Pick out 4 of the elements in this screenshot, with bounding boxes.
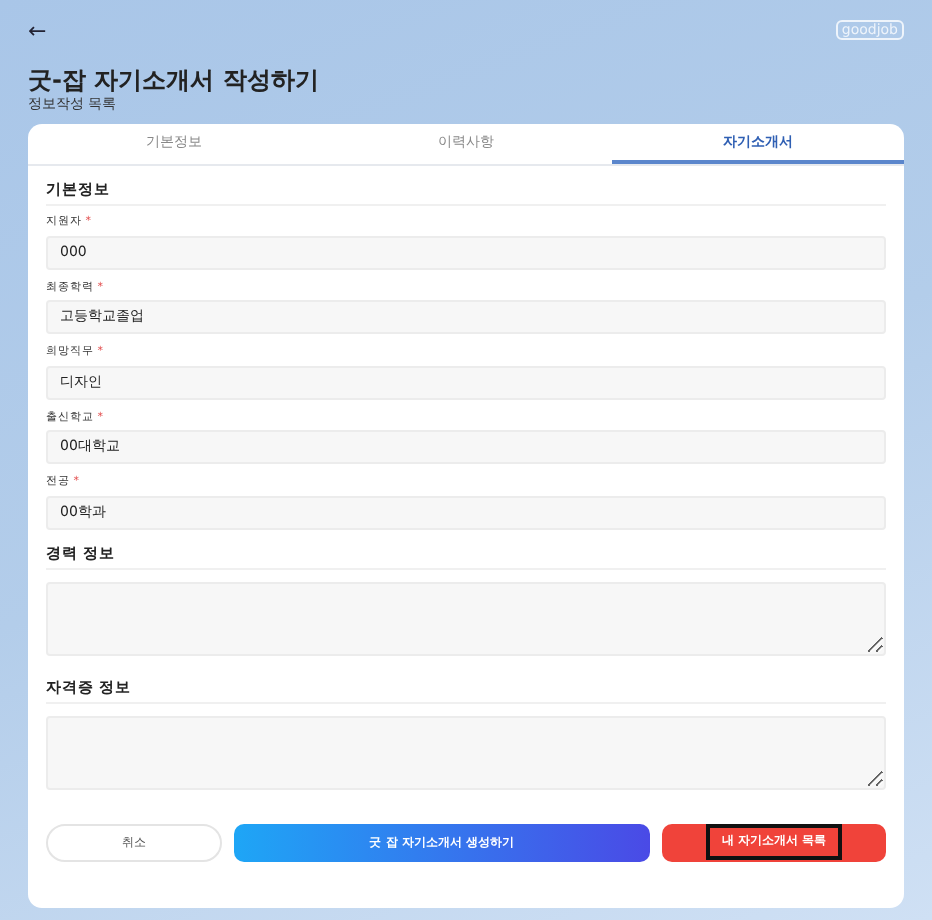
page-title: 굿-잡 자기소개서 작성하기 bbox=[28, 66, 321, 95]
text-area[interactable] bbox=[46, 581, 886, 656]
text-area[interactable] bbox=[46, 715, 886, 790]
back-button[interactable]: ← bbox=[28, 19, 47, 41]
